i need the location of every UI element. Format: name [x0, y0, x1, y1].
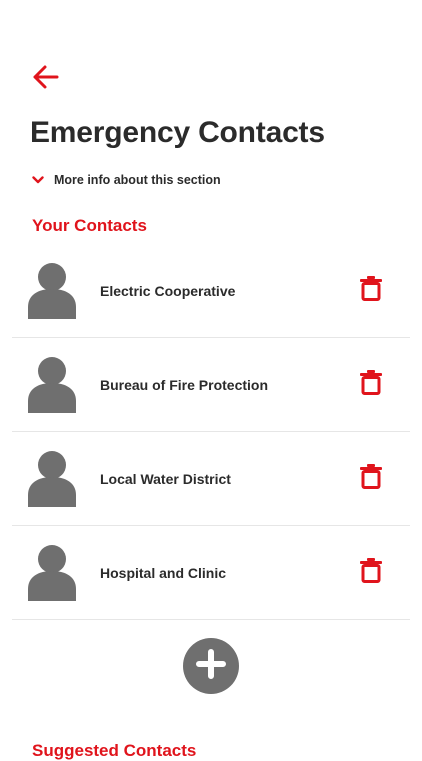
back-button[interactable]: [28, 62, 62, 96]
person-icon: [28, 450, 76, 507]
delete-button[interactable]: [358, 464, 384, 494]
more-info-label: More info about this section: [54, 173, 221, 187]
delete-button[interactable]: [358, 370, 384, 400]
contact-list: Electric Cooperative Bureau of Fire Prot…: [12, 244, 410, 620]
contact-name: Local Water District: [100, 470, 231, 487]
trash-icon: [360, 369, 382, 400]
page-title: Emergency Contacts: [30, 116, 325, 149]
person-icon: [28, 544, 76, 601]
contact-name: Hospital and Clinic: [100, 564, 227, 581]
suggested-contacts-title: Suggested Contacts: [32, 741, 197, 760]
plus-icon: [196, 648, 226, 684]
contact-row[interactable]: Local Water District: [12, 432, 410, 526]
trash-icon: [360, 275, 382, 306]
person-icon: [28, 356, 76, 413]
contact-name: Bureau of Fire Protection: [100, 376, 269, 393]
chevron-down-icon: [30, 172, 46, 188]
contact-name: Electric Cooperative: [100, 282, 236, 299]
more-info-toggle[interactable]: More info about this section: [30, 170, 221, 190]
contact-row[interactable]: Hospital and Clinic: [12, 526, 410, 620]
arrow-left-icon: [30, 62, 60, 97]
trash-icon: [360, 463, 382, 494]
delete-button[interactable]: [358, 276, 384, 306]
trash-icon: [360, 557, 382, 588]
contact-row[interactable]: Electric Cooperative: [12, 244, 410, 338]
delete-button[interactable]: [358, 558, 384, 588]
your-contacts-title: Your Contacts: [32, 216, 147, 235]
contact-row[interactable]: Bureau of Fire Protection: [12, 338, 410, 432]
person-icon: [28, 262, 76, 319]
add-contact-button[interactable]: [183, 638, 239, 694]
